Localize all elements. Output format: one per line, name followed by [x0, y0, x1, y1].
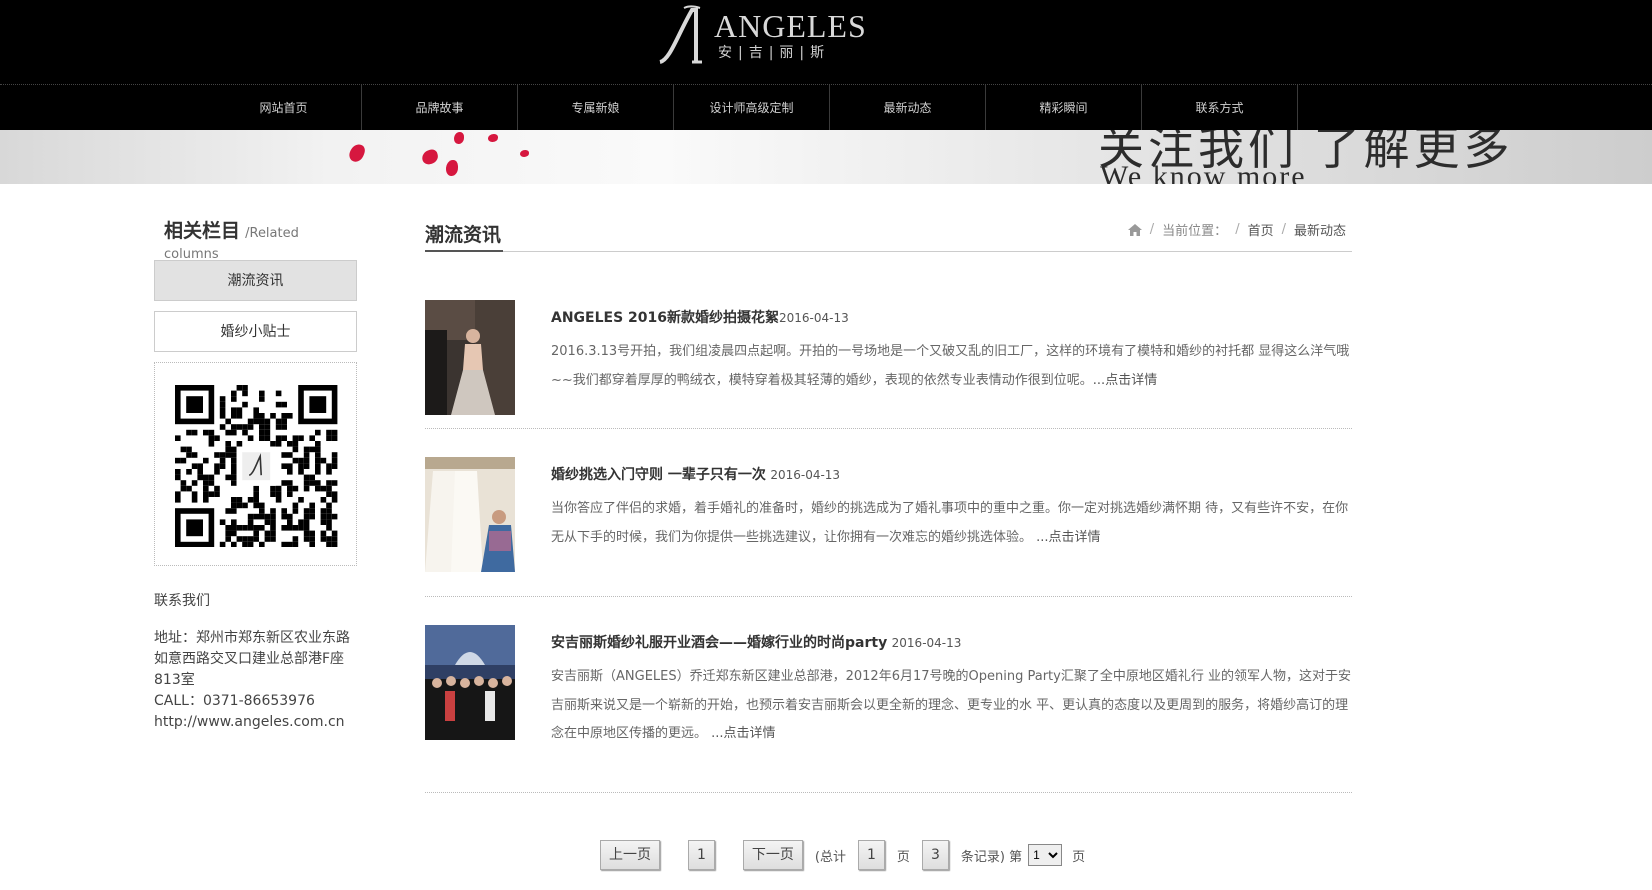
records-suffix: 条记录) 第 [960, 849, 1023, 865]
main-content: 潮流资讯 / 当前位置： / 首页 / 最新动态 ANGELES 2016新款婚… [425, 218, 1352, 793]
photo-icon [425, 457, 515, 572]
sidebar-item-wedding-tips[interactable]: 婚纱小贴士 [154, 311, 357, 352]
article-title[interactable]: 安吉丽斯婚纱礼服开业酒会——婚嫁行业的时尚party 2016-04-13 [551, 633, 1351, 653]
address-line: 地址：郑州市郑东新区农业东路 [154, 630, 350, 646]
sidebar-title-cn: 相关栏目 [164, 220, 241, 242]
breadcrumb-separator: / [1281, 222, 1286, 237]
contact-info: 地址：郑州市郑东新区农业东路 如意西路交叉口建业总部港F座 813室 CALL：… [154, 628, 357, 733]
article-item: ANGELES 2016新款婚纱拍摄花絮2016-04-13 2016.3.13… [425, 252, 1352, 429]
article-title[interactable]: ANGELES 2016新款婚纱拍摄花絮2016-04-13 [551, 308, 1351, 328]
article-thumbnail[interactable] [425, 300, 515, 415]
read-more-link[interactable]: ...点击详情 [1036, 530, 1100, 545]
breadcrumb-prefix: 当前位置： [1162, 224, 1228, 239]
nav-item-moments[interactable]: 精彩瞬间 [986, 85, 1142, 131]
prev-page-button[interactable]: 上一页 [600, 840, 660, 870]
nav-item-news[interactable]: 最新动态 [830, 85, 986, 131]
article-summary: 当你答应了伴侣的求婚，着手婚礼的准备时，婚纱的挑选成为了婚礼事项中的重中之重。你… [551, 495, 1351, 552]
article-thumbnail[interactable] [425, 625, 515, 740]
read-more-link[interactable]: ...点击详情 [711, 726, 775, 741]
qr-code-box [154, 362, 357, 566]
sidebar-title: 相关栏目 /Related columns [154, 216, 357, 262]
main-nav: 网站首页 品牌故事 专属新娘 设计师高级定制 最新动态 精彩瞬间 联系方式 [0, 84, 1652, 131]
logo-text-cn: 安|吉|丽|斯 [718, 45, 831, 61]
photo-icon [425, 625, 515, 740]
breadcrumb-separator: / [1149, 222, 1155, 237]
logo-mark-icon [659, 5, 702, 64]
article-date: 2016-04-13 [891, 636, 962, 650]
site-header: ANGELES 安|吉|丽|斯 [0, 0, 1652, 84]
breadcrumb-separator: / [1235, 222, 1240, 237]
nav-item-designer-couture[interactable]: 设计师高级定制 [674, 85, 830, 131]
address-line: 如意西路交叉口建业总部港F座 [154, 651, 345, 667]
address-line: 813室 [154, 672, 195, 688]
sidebar-item-trend-news[interactable]: 潮流资讯 [154, 260, 357, 301]
banner-slogan-en: We know more [1100, 160, 1307, 184]
article-item: 安吉丽斯婚纱礼服开业酒会——婚嫁行业的时尚party 2016-04-13 安吉… [425, 597, 1352, 793]
sidebar: 相关栏目 /Related columns 潮流资讯 婚纱小贴士 联系我们 地址… [154, 216, 357, 733]
contact-title: 联系我们 [154, 593, 210, 609]
petal-decoration [420, 148, 440, 166]
article-title-text[interactable]: 婚纱挑选入门守则 一辈子只有一次 [551, 467, 766, 483]
breadcrumb-home[interactable]: 首页 [1248, 220, 1274, 239]
pages-unit: 页 [896, 849, 910, 865]
read-more-link[interactable]: ...点击详情 [1093, 373, 1157, 388]
total-records-box: 3 [921, 840, 949, 870]
page-number-button[interactable]: 1 [688, 840, 715, 870]
total-prefix: (总计 [814, 849, 846, 865]
photo-icon [425, 300, 515, 415]
article-summary: 安吉丽斯（ANGELES）乔迁郑东新区建业总部港，2012年6月17号晚的Ope… [551, 663, 1351, 749]
nav-item-contact[interactable]: 联系方式 [1142, 85, 1298, 131]
qr-code-icon [174, 385, 337, 547]
website-link[interactable]: http://www.angeles.com.cn [154, 712, 357, 733]
nav-item-brand-story[interactable]: 品牌故事 [362, 85, 518, 131]
article-summary-text: 安吉丽斯（ANGELES）乔迁郑东新区建业总部港，2012年6月17号晚的Ope… [551, 669, 1351, 741]
petal-decoration [446, 160, 458, 176]
page-unit: 页 [1072, 849, 1086, 865]
next-page-button[interactable]: 下一页 [742, 840, 803, 870]
article-thumbnail[interactable] [425, 457, 515, 572]
article-title[interactable]: 婚纱挑选入门守则 一辈子只有一次 2016-04-13 [551, 465, 1351, 485]
article-summary-text: 2016.3.13号开拍，我们组凌晨四点起啊。开拍的一号场地是一个又破又乱的旧工… [551, 344, 1350, 388]
article-title-text[interactable]: 安吉丽斯婚纱礼服开业酒会——婚嫁行业的时尚party [551, 635, 887, 651]
article-summary-text: 当你答应了伴侣的求婚，着手婚礼的准备时，婚纱的挑选成为了婚礼事项中的重中之重。你… [551, 501, 1349, 545]
banner: 关注我们 了解更多 We know more [0, 130, 1652, 184]
breadcrumb-current[interactable]: 最新动态 [1294, 220, 1346, 239]
phone-number: CALL：0371-86653976 [154, 693, 315, 709]
page-select[interactable]: 1 [1028, 844, 1063, 866]
article-summary: 2016.3.13号开拍，我们组凌晨四点起啊。开拍的一号场地是一个又破又乱的旧工… [551, 338, 1351, 395]
article-date: 2016-04-13 [770, 468, 841, 482]
article-title-text[interactable]: ANGELES 2016新款婚纱拍摄花絮 [551, 310, 779, 326]
logo[interactable]: ANGELES 安|吉|丽|斯 [656, 4, 867, 66]
logo-text-en: ANGELES [714, 8, 867, 44]
nav-item-home[interactable]: 网站首页 [206, 85, 362, 131]
article-item: 婚纱挑选入门守则 一辈子只有一次 2016-04-13 当你答应了伴侣的求婚，着… [425, 429, 1352, 597]
petal-decoration [520, 150, 529, 157]
section-title: 潮流资讯 [425, 218, 504, 252]
nav-item-exclusive-bride[interactable]: 专属新娘 [518, 85, 674, 131]
breadcrumb: / 当前位置： / 首页 / 最新动态 [1127, 220, 1346, 239]
petal-decoration [347, 142, 367, 164]
pagination: 上一页 1 下一页 (总计 1 页 3 条记录) 第 1 页 [600, 840, 1097, 870]
petal-decoration [488, 134, 498, 142]
article-date: 2016-04-13 [779, 311, 849, 325]
total-pages-box: 1 [858, 840, 885, 870]
section-header: 潮流资讯 / 当前位置： / 首页 / 最新动态 [425, 218, 1352, 252]
petal-decoration [454, 132, 464, 144]
home-icon[interactable] [1127, 223, 1142, 236]
